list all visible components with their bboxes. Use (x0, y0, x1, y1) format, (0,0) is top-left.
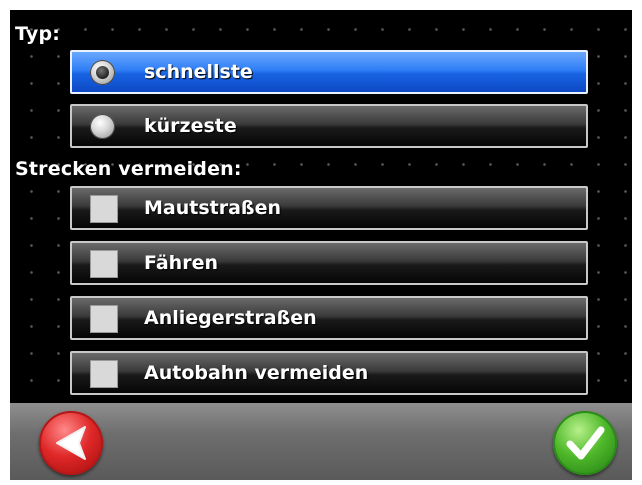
option-fastest[interactable]: schnellste (70, 50, 588, 94)
checkbox-avoid-highway[interactable]: Autobahn vermeiden (70, 351, 588, 395)
footer-bar (10, 403, 632, 480)
avoid-highway-label: Autobahn vermeiden (144, 362, 369, 384)
radio-selected-icon (90, 60, 115, 85)
checkbox-residential-roads[interactable]: Anliegerstraßen (70, 296, 588, 340)
option-fastest-label: schnellste (144, 61, 253, 83)
toll-roads-label: Mautstraßen (144, 197, 281, 219)
type-section-label: Typ: (15, 23, 61, 45)
option-shortest-label: kürzeste (144, 115, 237, 137)
back-arrow-icon (56, 426, 86, 460)
radio-unselected-icon (90, 114, 115, 139)
back-button[interactable] (39, 411, 103, 475)
route-options-screen: Typ: schnellste kürzeste Strecken vermei… (10, 10, 632, 480)
checkbox-icon (90, 360, 118, 388)
checkbox-icon (90, 305, 118, 333)
checkbox-ferries[interactable]: Fähren (70, 241, 588, 285)
confirm-button[interactable] (553, 411, 617, 475)
checkbox-toll-roads[interactable]: Mautstraßen (70, 186, 588, 230)
checkmark-icon (566, 426, 605, 460)
checkbox-icon (90, 250, 118, 278)
option-shortest[interactable]: kürzeste (70, 104, 588, 148)
ferries-label: Fähren (144, 252, 218, 274)
checkbox-icon (90, 195, 118, 223)
avoid-section-label: Strecken vermeiden: (15, 158, 242, 180)
residential-roads-label: Anliegerstraßen (144, 307, 317, 329)
